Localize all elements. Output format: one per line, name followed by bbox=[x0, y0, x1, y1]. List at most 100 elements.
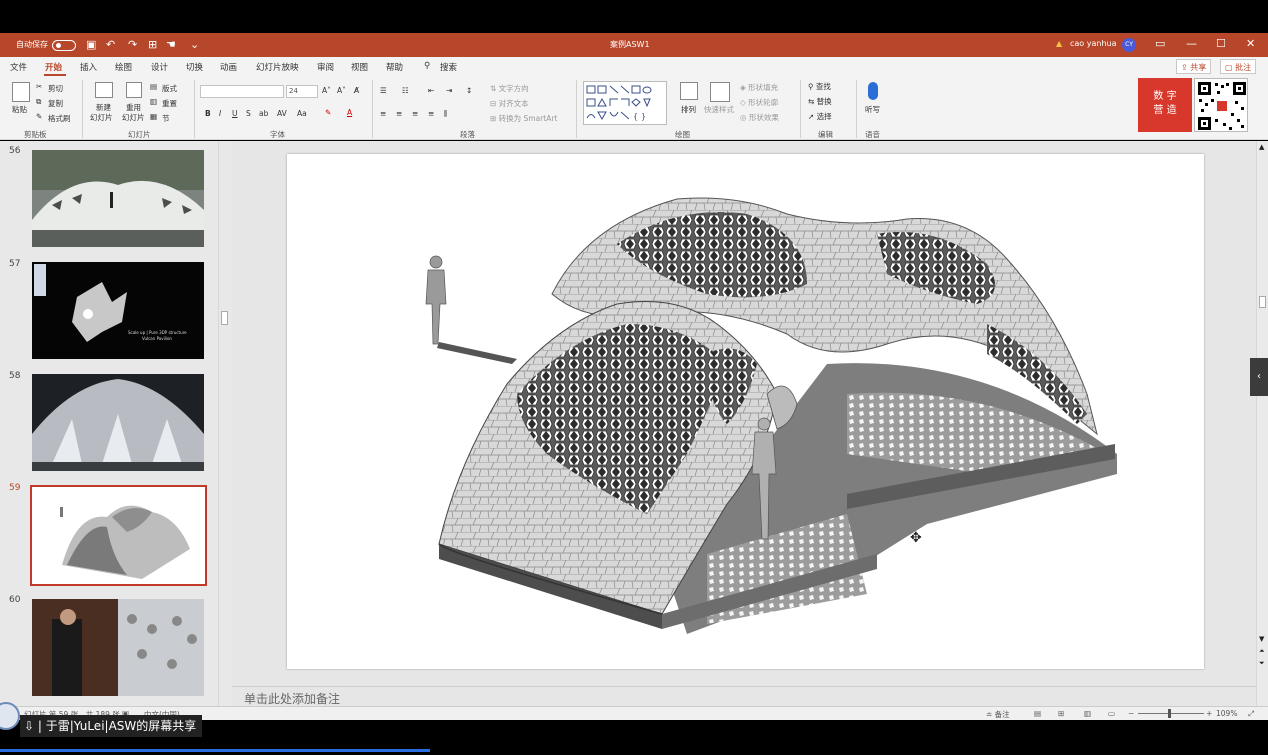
reuse-slides-label-2[interactable]: 幻灯片 bbox=[122, 112, 145, 123]
paste-label[interactable]: 粘贴 bbox=[12, 104, 27, 115]
increase-font-icon[interactable]: A˄ bbox=[322, 86, 331, 95]
zoom-in-icon[interactable]: + bbox=[1206, 709, 1212, 718]
previous-slide-icon[interactable]: ⏶ bbox=[1259, 647, 1265, 656]
tab-draw[interactable]: 绘图 bbox=[115, 61, 132, 73]
shape-effects-button[interactable]: ◎ 形状效果 bbox=[740, 112, 779, 123]
change-case-icon[interactable]: Aa bbox=[297, 109, 307, 118]
tab-file[interactable]: 文件 bbox=[10, 61, 27, 73]
section-label[interactable]: 节 bbox=[162, 113, 170, 124]
new-slide-icon[interactable] bbox=[95, 82, 113, 98]
format-painter-icon[interactable]: ✎ bbox=[36, 112, 42, 121]
fit-to-window-icon[interactable]: ⤢ bbox=[1248, 709, 1254, 719]
notes-pane[interactable]: 单击此处添加备注 bbox=[232, 686, 1256, 706]
smartart-button[interactable]: ⊞ 转换为 SmartArt bbox=[490, 113, 557, 124]
notes-toggle-button[interactable]: ≐ 备注 bbox=[986, 709, 1010, 720]
arrange-icon[interactable] bbox=[680, 82, 698, 100]
normal-view-icon[interactable]: ▤ bbox=[1034, 709, 1041, 718]
italic-icon[interactable]: I bbox=[219, 109, 221, 118]
quick-styles-icon[interactable] bbox=[710, 82, 730, 102]
align-right-icon[interactable]: ≡ bbox=[412, 109, 418, 118]
reset-icon[interactable]: ▥ bbox=[150, 97, 157, 106]
copy-label[interactable]: 复制 bbox=[48, 98, 63, 109]
clear-format-icon[interactable]: A̸ bbox=[354, 86, 359, 95]
zoom-out-icon[interactable]: − bbox=[1128, 709, 1134, 718]
save-icon[interactable]: ▣ bbox=[86, 38, 96, 51]
slide-thumbnail-56[interactable] bbox=[32, 150, 204, 247]
search-label[interactable]: 搜索 bbox=[440, 61, 457, 73]
font-size-select[interactable]: 24 bbox=[286, 85, 318, 98]
tab-review[interactable]: 审阅 bbox=[317, 61, 334, 73]
slide-sorter-icon[interactable]: ⊞ bbox=[1058, 709, 1064, 718]
decrease-indent-icon[interactable]: ⇤ bbox=[428, 86, 434, 95]
decrease-font-icon[interactable]: A˅ bbox=[337, 86, 346, 95]
replace-button[interactable]: ⇆ 替换 bbox=[808, 96, 832, 107]
slide-thumbnail-60[interactable] bbox=[32, 599, 204, 696]
align-text-button[interactable]: ⊟ 对齐文本 bbox=[490, 98, 529, 109]
slideshow-view-icon[interactable]: ▭ bbox=[1108, 709, 1115, 718]
undo-icon[interactable]: ↶ bbox=[106, 38, 115, 51]
ribbon-display-icon[interactable]: ▭ bbox=[1155, 37, 1165, 50]
columns-icon[interactable]: ⫼ bbox=[444, 109, 447, 119]
highlight-icon[interactable]: ✎ bbox=[325, 108, 331, 117]
customize-qat-icon[interactable]: ⌄ bbox=[190, 38, 199, 51]
tab-transitions[interactable]: 切换 bbox=[186, 61, 203, 73]
layout-icon[interactable]: ▤ bbox=[150, 82, 157, 91]
tab-slideshow[interactable]: 幻灯片放映 bbox=[256, 61, 299, 73]
cut-label[interactable]: 剪切 bbox=[48, 83, 63, 94]
arrange-label[interactable]: 排列 bbox=[681, 104, 696, 115]
autosave-toggle[interactable] bbox=[52, 40, 76, 51]
bold-icon[interactable]: B bbox=[205, 109, 211, 118]
tab-view[interactable]: 视图 bbox=[351, 61, 368, 73]
slide-scrollbar[interactable]: ▲ ▼ ⏶ ⏷ bbox=[1256, 141, 1268, 706]
select-button[interactable]: ➚ 选择 bbox=[808, 111, 832, 122]
bullets-icon[interactable]: ☰ bbox=[380, 86, 387, 95]
next-slide-icon[interactable]: ⏷ bbox=[1259, 659, 1265, 668]
justify-icon[interactable]: ≡ bbox=[428, 109, 434, 118]
microphone-icon[interactable] bbox=[868, 82, 878, 100]
align-center-icon[interactable]: ≡ bbox=[396, 109, 402, 118]
minimize-icon[interactable]: — bbox=[1186, 37, 1197, 50]
share-button[interactable]: ⇪ 共享 bbox=[1176, 59, 1212, 74]
paste-icon[interactable] bbox=[12, 82, 30, 102]
comments-button[interactable]: ▢ 批注 bbox=[1220, 59, 1257, 74]
user-name[interactable]: cao yanhua bbox=[1070, 39, 1117, 48]
redo-icon[interactable]: ↷ bbox=[128, 38, 137, 51]
numbering-icon[interactable]: ☷ bbox=[402, 86, 409, 95]
zoom-level[interactable]: 109% bbox=[1216, 709, 1237, 718]
reading-view-icon[interactable]: ▥ bbox=[1084, 709, 1091, 718]
thumbnail-scrollbar[interactable] bbox=[218, 141, 230, 706]
current-slide[interactable]: ✥ bbox=[287, 154, 1204, 669]
shape-outline-button[interactable]: ◇ 形状轮廓 bbox=[740, 97, 778, 108]
avatar[interactable]: CY bbox=[1122, 38, 1136, 52]
search-icon[interactable]: ⚲ bbox=[424, 61, 430, 71]
thumbnail-scroll-thumb[interactable] bbox=[221, 311, 228, 325]
tab-home[interactable]: 开始 bbox=[45, 61, 62, 73]
section-icon[interactable]: ▦ bbox=[150, 112, 157, 121]
layout-label[interactable]: 版式 bbox=[162, 83, 177, 94]
dictate-label[interactable]: 听写 bbox=[865, 104, 880, 115]
slide-thumbnail-59-selected[interactable] bbox=[30, 485, 207, 586]
copy-icon[interactable]: ⧉ bbox=[36, 97, 41, 107]
font-color-icon[interactable]: A bbox=[347, 108, 352, 117]
tab-animations[interactable]: 动画 bbox=[220, 61, 237, 73]
reuse-slides-icon[interactable] bbox=[126, 82, 142, 98]
line-spacing-icon[interactable]: ↕ bbox=[466, 86, 472, 95]
increase-indent-icon[interactable]: ⇥ bbox=[446, 86, 452, 95]
underline-icon[interactable]: U bbox=[232, 109, 238, 118]
scroll-up-icon[interactable]: ▲ bbox=[1259, 143, 1264, 151]
close-icon[interactable]: ✕ bbox=[1246, 37, 1255, 50]
font-family-select[interactable] bbox=[200, 85, 284, 98]
tab-design[interactable]: 设计 bbox=[151, 61, 168, 73]
tab-help[interactable]: 帮助 bbox=[386, 61, 403, 73]
presentation-icon[interactable]: ⊞ bbox=[148, 38, 157, 51]
quick-styles-label[interactable]: 快速样式 bbox=[704, 104, 734, 115]
shadow-icon[interactable]: S bbox=[246, 109, 251, 118]
slide-scroll-thumb[interactable] bbox=[1259, 296, 1266, 308]
slide-thumbnail-57[interactable]: Scale up | Pure 3DP structure Vulcan Pav… bbox=[32, 262, 204, 359]
char-spacing-icon[interactable]: AV bbox=[277, 109, 287, 118]
reset-label[interactable]: 重置 bbox=[162, 98, 177, 109]
shapes-gallery[interactable]: {} bbox=[583, 81, 667, 125]
zoom-slider-thumb[interactable] bbox=[1168, 709, 1171, 718]
zoom-slider-track[interactable] bbox=[1138, 713, 1204, 714]
collapse-pane-chevron-icon[interactable]: ‹ bbox=[1250, 358, 1268, 396]
